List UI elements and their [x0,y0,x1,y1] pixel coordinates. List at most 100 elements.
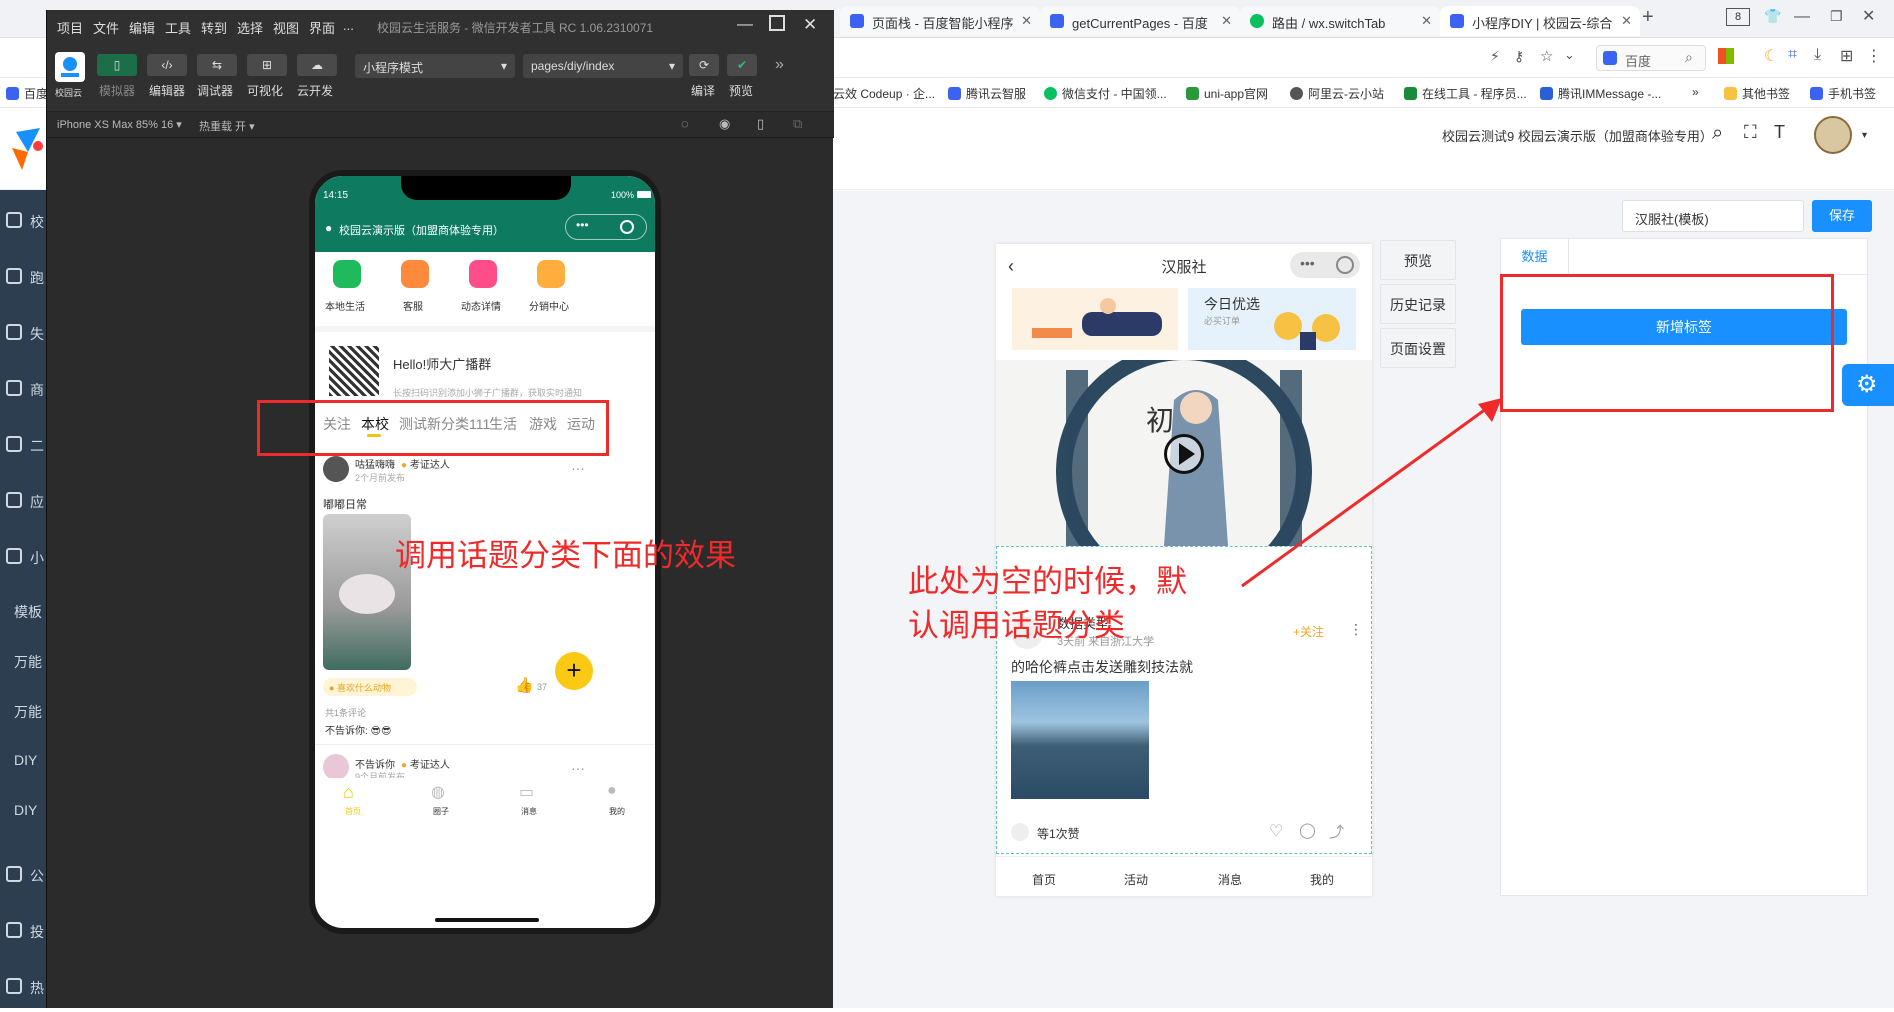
minimize-icon[interactable]: — [737,16,753,34]
browser-tab-4[interactable]: 小程序DIY | 校园云-综合 ✕ [1440,6,1640,36]
more-icon[interactable]: ⋮ [1349,621,1363,638]
moon-icon[interactable]: ☾ [1764,46,1778,66]
qr-code[interactable] [329,346,379,396]
browser-tab-2[interactable]: getCurrentPages - 百度 ✕ [1040,6,1240,36]
caret-down-icon[interactable]: ▾ [1862,130,1867,141]
download-icon[interactable]: ⤓ [1814,46,1821,64]
sidebar-item[interactable]: 投 [0,906,46,956]
sidebar-item[interactable]: 跑 [0,252,46,302]
phone-icon[interactable]: ▯ [757,116,764,132]
visual-toggle[interactable]: ⊞ [247,54,287,76]
add-post-button[interactable]: + [555,652,593,690]
shirt-icon[interactable]: 👕 [1764,8,1781,25]
bookmark-item[interactable]: 腾讯云智服 [948,85,1026,102]
popout-icon[interactable]: ⧉ [793,116,802,132]
menu-item[interactable]: 视图 [273,18,299,37]
post-image[interactable] [1011,681,1149,799]
follow-button[interactable]: +关注 [1293,623,1324,640]
font-size-icon[interactable]: T [1774,122,1785,143]
close-window-icon[interactable]: ✕ [1862,6,1875,26]
circle-icon[interactable]: ◍ [431,782,445,802]
bookmark-item[interactable]: 腾讯IMMessage -... [1540,85,1661,102]
menu-item[interactable]: 转到 [201,18,227,37]
more-icon[interactable]: ··· [571,760,585,776]
template-name-input[interactable]: 汉服社(模板) [1622,200,1804,232]
distribution-icon[interactable] [537,260,565,288]
menu-item[interactable]: 项目 [57,18,83,37]
search-engine-box[interactable]: 百度 ⌕ [1596,45,1706,71]
sidebar-item[interactable]: 公 [0,850,46,900]
avatar[interactable] [323,754,349,780]
sidebar-subitem[interactable]: DIY [14,752,37,768]
home-icon[interactable]: ⌂ [343,782,354,803]
sidebar-subitem[interactable]: 万能 [14,702,42,722]
history-button[interactable]: 历史记录 [1380,284,1456,324]
chevron-down-icon[interactable]: ⌄ [1564,47,1575,63]
dynamic-detail-icon[interactable] [469,260,497,288]
sidebar-subitem[interactable]: 模板 [14,602,42,622]
compile-button[interactable]: ⟳ [689,54,719,76]
menu-item[interactable]: ... [343,18,354,33]
sidebar-item[interactable]: 失 [0,308,46,358]
preview-button[interactable]: ✔ [727,54,757,76]
more-icon[interactable]: ··· [571,460,585,476]
share-icon[interactable]: ⤴ [1329,821,1344,842]
editor-toggle[interactable]: ‹/› [147,54,187,76]
cloud-toggle[interactable]: ☁ [297,54,337,76]
user-icon[interactable]: ● [607,782,617,800]
bookmark-item[interactable]: 阿里云-云小站 [1290,85,1384,102]
menu-item[interactable]: 编辑 [129,18,155,37]
bookmark-item[interactable]: 在线工具 - 程序员... [1404,85,1527,102]
close-capsule-icon[interactable] [620,220,634,234]
capsule-menu[interactable]: ••• [1290,252,1360,278]
mode-select[interactable]: 小程序模式 ▾ [355,54,515,78]
capsule-menu[interactable]: ••• [565,214,647,240]
close-icon[interactable]: ✕ [1221,13,1232,29]
lightning-icon[interactable]: ⚡ [1490,48,1500,65]
extensions-icon[interactable]: ⊞ [1840,46,1853,66]
more-icon[interactable]: ••• [1300,255,1315,271]
more-tools[interactable]: » [775,56,784,74]
debugger-toggle[interactable]: ⇆ [197,54,237,76]
bookmark-item[interactable]: 云效 Codeup · 企... [833,85,935,102]
preview-nav-item[interactable]: 活动 [1124,871,1148,888]
sidebar-subitem[interactable]: DIY [14,802,37,818]
preview-nav-item[interactable]: 首页 [1032,871,1056,888]
settings-floating-button[interactable]: ⚙ [1842,364,1894,406]
simulator-toggle[interactable]: ▯ [97,54,137,76]
heart-icon[interactable]: ♡ [1269,821,1283,841]
sidebar-item[interactable]: 应 [0,476,46,526]
tab-data[interactable]: 数据 [1501,239,1569,275]
bookmark-item[interactable]: uni-app官网 [1186,85,1268,102]
device-select[interactable]: iPhone XS Max 85% 16 ▾ [57,118,182,131]
browser-tab-3[interactable]: 路由 / wx.switchTab ✕ [1240,6,1440,36]
key-icon[interactable]: ⚷ [1514,48,1524,65]
like-icon[interactable]: 👍 [515,676,534,694]
close-icon[interactable]: ✕ [803,15,817,35]
apps-icon[interactable] [1718,48,1734,64]
browser-tab-1[interactable]: 页面栈 - 百度智能小程序 ✕ [840,6,1040,36]
customer-service-icon[interactable] [401,260,429,288]
new-tab-icon[interactable]: + [1642,6,1654,29]
restore-icon[interactable]: ❐ [1830,8,1843,25]
topic-chip[interactable]: ● 喜欢什么动物 [323,678,417,696]
menu-icon[interactable]: ⋮ [1866,46,1882,66]
crop-icon[interactable]: ⌗ [1788,46,1797,64]
preview-nav-item[interactable]: 消息 [1218,871,1242,888]
message-icon[interactable]: ▭ [519,782,534,802]
close-icon[interactable]: ✕ [1421,13,1432,29]
local-life-icon[interactable] [333,260,361,288]
sidebar-item[interactable]: 校 [0,196,46,246]
preview-button[interactable]: 预览 [1380,240,1456,280]
avatar[interactable] [1814,116,1852,154]
search-icon[interactable]: ⌕ [1685,49,1693,66]
sidebar-item[interactable]: 热 [0,962,46,1012]
bookmark-item[interactable]: 微信支付 - 中国领... [1044,85,1167,102]
sidebar-subitem[interactable]: 万能 [14,652,42,672]
play-icon[interactable] [1164,434,1204,474]
bookmark-more[interactable]: » [1692,85,1699,99]
tab-count[interactable]: 8 [1726,8,1750,26]
page-settings-button[interactable]: 页面设置 [1380,328,1456,368]
preview-nav-item[interactable]: 我的 [1310,871,1334,888]
more-icon[interactable]: ••• [576,218,589,232]
